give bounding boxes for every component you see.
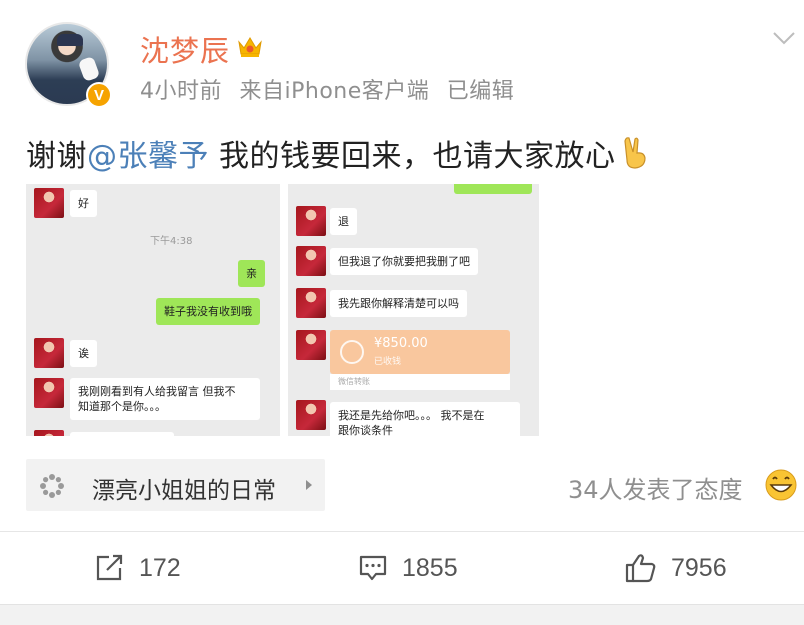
topic-chip[interactable]: 漂亮小姐姐的日常 (26, 459, 325, 511)
chat-pane-right: 退 但我退了你就要把我删了吧 我先跟你解释清楚可以吗 ¥850.00 已收钱 微… (288, 184, 539, 436)
contact-avatar (296, 400, 326, 430)
chat-line: 跟你谈条件 (338, 424, 393, 436)
chat-screenshot-image[interactable]: 好 下午4:38 亲 鞋子我没有收到哦 诶 我刚刚看到有人给我留言 但我不 知道… (26, 184, 539, 436)
chat-pane-left: 好 下午4:38 亲 鞋子我没有收到哦 诶 我刚刚看到有人给我留言 但我不 知道… (26, 184, 280, 436)
contact-avatar (296, 288, 326, 318)
contact-avatar (34, 338, 64, 368)
chat-timestamp: 下午4:38 (150, 236, 193, 247)
repost-icon (96, 554, 123, 581)
comment-count: 1855 (402, 553, 458, 582)
repost-count: 172 (139, 553, 181, 582)
post-time: 4小时前 (140, 79, 222, 104)
transfer-footer: 微信转账 (330, 374, 510, 390)
chat-line: 知道那个是你。。。 (78, 400, 166, 413)
chat-bubble-me: 鞋子我没有收到哦 (156, 298, 260, 325)
mention-link[interactable]: @张馨予 (87, 139, 209, 174)
victory-hand-icon (623, 137, 646, 169)
chat-bubble-me (454, 184, 532, 194)
chat-line: 我刚刚看到有人给我留言 但我不 (78, 385, 236, 398)
post-edited[interactable]: 已编辑 (447, 79, 515, 104)
chat-bubble-me: 亲 (238, 260, 265, 287)
avatar-hand (77, 55, 101, 83)
image-gap (280, 184, 288, 436)
like-count: 7956 (671, 553, 727, 582)
post-meta: 4小时前 来自iPhone客户端 已编辑 (140, 73, 524, 105)
chat-bubble: 我刚刚看到有人给我留言 但我不 知道那个是你。。。 (70, 378, 260, 420)
transfer-amount: ¥850.00 (374, 336, 428, 351)
attitude-count[interactable]: 34人发表了态度 (568, 470, 743, 505)
comment-icon (359, 555, 387, 581)
chat-line: 我还是先给你吧。。。 我不是在 (338, 409, 485, 422)
contact-avatar (34, 430, 64, 436)
username[interactable]: 沈梦辰 (140, 28, 230, 70)
chat-bubble: 退 (330, 208, 357, 235)
transfer-icon (340, 340, 364, 364)
thumbs-up-icon (625, 554, 656, 583)
contact-avatar (34, 378, 64, 408)
member-crown-icon[interactable] (236, 34, 264, 58)
transfer-status: 已收钱 (374, 357, 402, 367)
post-text: 谢谢@张馨予 我的钱要回来，也请大家放心 (26, 131, 652, 175)
chat-bubble (70, 432, 174, 436)
chevron-down-icon[interactable] (772, 30, 796, 46)
post-prefix: 谢谢 (26, 139, 87, 174)
grinning-face-icon[interactable] (764, 468, 798, 502)
topic-label: 漂亮小姐姐的日常 (92, 478, 276, 504)
chat-bubble: 诶 (70, 340, 97, 367)
avatar-cap (57, 34, 83, 46)
verified-badge-icon: V (86, 82, 112, 108)
chat-bubble: 我先跟你解释清楚可以吗 (330, 290, 467, 317)
arrow-right-icon (306, 480, 312, 490)
chat-bubble: 我还是先给你吧。。。 我不是在 跟你谈条件 (330, 402, 520, 436)
repost-button[interactable]: 172 (95, 550, 181, 586)
contact-avatar (34, 188, 64, 218)
chat-bubble: 但我退了你就要把我删了吧 (330, 248, 478, 275)
bottom-separator (0, 604, 804, 625)
like-button[interactable]: 7956 (625, 550, 727, 586)
contact-avatar (296, 206, 326, 236)
comment-button[interactable]: 1855 (358, 550, 458, 586)
contact-avatar (296, 246, 326, 276)
contact-avatar (296, 330, 326, 360)
chat-bubble: 好 (70, 190, 97, 217)
post-body: 我的钱要回来，也请大家放心 (209, 139, 616, 174)
post-source[interactable]: 来自iPhone客户端 (240, 79, 430, 104)
divider (0, 531, 804, 532)
money-transfer-card: ¥850.00 已收钱 微信转账 (330, 330, 510, 390)
super-topic-icon (40, 474, 64, 498)
